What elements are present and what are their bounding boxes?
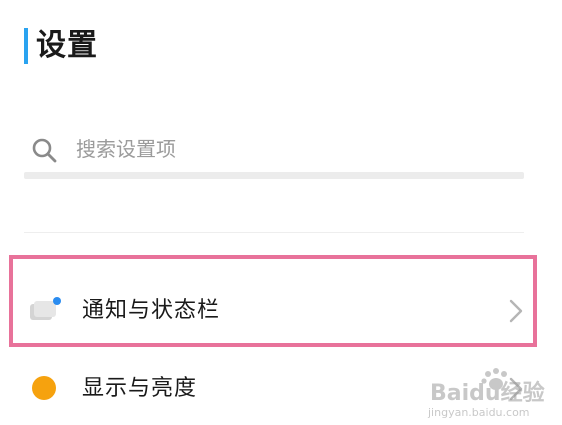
highlight-annotation-box [9, 255, 537, 347]
svg-text:Baidu经验: Baidu经验 [430, 380, 545, 406]
page-title: 设置 [36, 28, 98, 63]
section-divider [24, 232, 524, 233]
search-icon [32, 138, 57, 163]
svg-text:jingyan.baidu.com: jingyan.baidu.com [427, 406, 530, 419]
search-input[interactable] [76, 132, 496, 166]
settings-item-label: 显示与亮度 [82, 376, 198, 401]
baidu-jingyan-watermark: Baidu经验 jingyan.baidu.com [427, 368, 545, 419]
display-brightness-icon [32, 376, 56, 400]
search-bar[interactable] [24, 126, 524, 170]
title-accent-bar [24, 28, 28, 64]
search-underline [24, 172, 524, 179]
